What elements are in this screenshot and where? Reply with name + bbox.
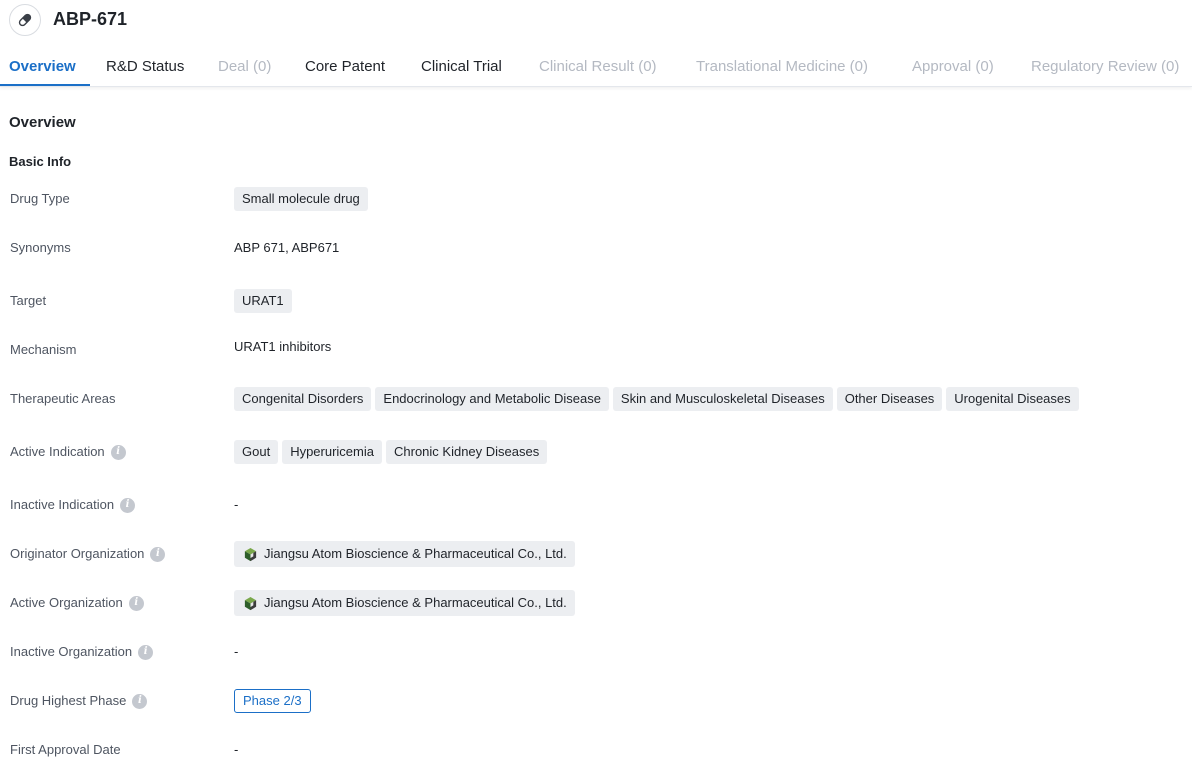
synonyms-label: Synonyms	[10, 240, 71, 256]
indication-tag[interactable]: Hyperuricemia	[282, 440, 382, 464]
drug-type-tag[interactable]: Small molecule drug	[234, 187, 368, 211]
target-label: Target	[10, 293, 46, 309]
first-approval-label: First Approval Date	[10, 742, 121, 758]
company-logo-icon	[243, 596, 258, 611]
tab-rd-status[interactable]: R&D Status	[106, 57, 184, 77]
organization-tag[interactable]: Jiangsu Atom Bioscience & Pharmaceutical…	[234, 590, 575, 616]
info-icon[interactable]: i	[111, 445, 126, 460]
tab-deal: Deal (0)	[218, 57, 271, 77]
target-tag[interactable]: URAT1	[234, 289, 292, 313]
originator-org-label: Originator Organization i	[10, 546, 165, 562]
first-approval-value: -	[234, 742, 238, 758]
active-tab-indicator	[0, 84, 90, 86]
originator-org-value: Jiangsu Atom Bioscience & Pharmaceutical…	[234, 541, 575, 567]
inactive-org-label: Inactive Organization i	[10, 644, 153, 660]
active-org-label: Active Organization i	[10, 595, 144, 611]
synonyms-value: ABP 671, ABP671	[234, 240, 339, 256]
mechanism-label: Mechanism	[10, 342, 76, 358]
therapeutic-area-tag[interactable]: Congenital Disorders	[234, 387, 371, 411]
tab-core-patent[interactable]: Core Patent	[305, 57, 385, 77]
therapeutic-areas-label: Therapeutic Areas	[10, 391, 116, 407]
page-title: ABP-671	[53, 8, 127, 30]
organization-tag[interactable]: Jiangsu Atom Bioscience & Pharmaceutical…	[234, 541, 575, 567]
info-icon[interactable]: i	[132, 694, 147, 709]
tab-bar: Overview R&D Status Deal (0) Core Patent…	[0, 48, 1192, 87]
highest-phase-label: Drug Highest Phase i	[10, 693, 147, 709]
active-indication-value: Gout Hyperuricemia Chronic Kidney Diseas…	[234, 440, 551, 464]
drug-type-value: Small molecule drug	[234, 187, 372, 211]
phase-badge[interactable]: Phase 2/3	[234, 689, 311, 713]
tab-clinical-trial[interactable]: Clinical Trial	[421, 57, 502, 77]
info-icon[interactable]: i	[120, 498, 135, 513]
pill-icon	[9, 4, 41, 36]
active-indication-label: Active Indication i	[10, 444, 126, 460]
drug-type-label: Drug Type	[10, 191, 70, 207]
tab-regulatory-review: Regulatory Review (0)	[1031, 57, 1179, 77]
basic-info-title: Basic Info	[9, 154, 71, 170]
info-icon[interactable]: i	[150, 547, 165, 562]
info-icon[interactable]: i	[129, 596, 144, 611]
mechanism-value: URAT1 inhibitors	[234, 339, 331, 355]
tab-clinical-result: Clinical Result (0)	[539, 57, 657, 77]
drug-header: ABP-671	[0, 0, 1192, 40]
inactive-org-value: -	[234, 644, 238, 660]
therapeutic-area-tag[interactable]: Other Diseases	[837, 387, 943, 411]
section-title: Overview	[9, 114, 76, 132]
company-logo-icon	[243, 547, 258, 562]
therapeutic-areas-value: Congenital Disorders Endocrinology and M…	[234, 387, 1083, 411]
therapeutic-area-tag[interactable]: Skin and Musculoskeletal Diseases	[613, 387, 833, 411]
indication-tag[interactable]: Chronic Kidney Diseases	[386, 440, 547, 464]
target-value: URAT1	[234, 289, 296, 313]
inactive-indication-value: -	[234, 497, 238, 513]
therapeutic-area-tag[interactable]: Urogenital Diseases	[946, 387, 1078, 411]
highest-phase-value: Phase 2/3	[234, 689, 311, 713]
indication-tag[interactable]: Gout	[234, 440, 278, 464]
therapeutic-area-tag[interactable]: Endocrinology and Metabolic Disease	[375, 387, 609, 411]
tab-overview[interactable]: Overview	[9, 57, 76, 77]
tab-translational-medicine: Translational Medicine (0)	[696, 57, 868, 77]
info-icon[interactable]: i	[138, 645, 153, 660]
active-org-value: Jiangsu Atom Bioscience & Pharmaceutical…	[234, 590, 575, 616]
inactive-indication-label: Inactive Indication i	[10, 497, 135, 513]
tab-approval: Approval (0)	[912, 57, 994, 77]
